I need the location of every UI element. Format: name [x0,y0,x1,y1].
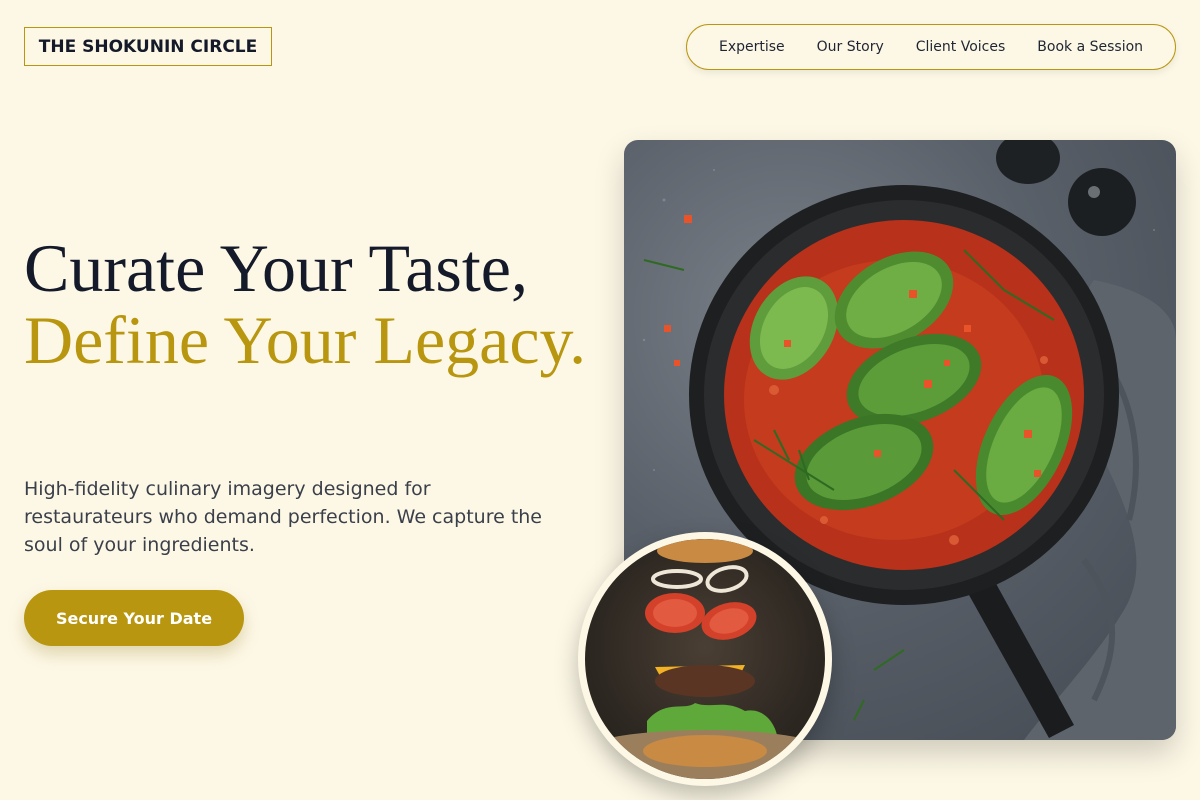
brand-logo[interactable]: THE SHOKUNIN CIRCLE [24,27,272,66]
nav-item-our-story[interactable]: Our Story [817,39,884,55]
secure-date-button[interactable]: Secure Your Date [24,590,244,646]
floating-burger-photo [578,532,832,786]
hero-title: Curate Your Taste, Define Your Legacy. [24,232,586,376]
hero-title-line2: Define Your Legacy. [24,302,587,378]
hero-subtitle: High-fidelity culinary imagery designed … [24,478,543,556]
hero-title-line1: Curate Your Taste, [24,230,528,306]
nav-item-expertise[interactable]: Expertise [719,39,785,55]
main-nav: Expertise Our Story Client Voices Book a… [686,24,1176,70]
nav-item-client-voices[interactable]: Client Voices [916,39,1006,55]
nav-item-book-session[interactable]: Book a Session [1037,39,1143,55]
